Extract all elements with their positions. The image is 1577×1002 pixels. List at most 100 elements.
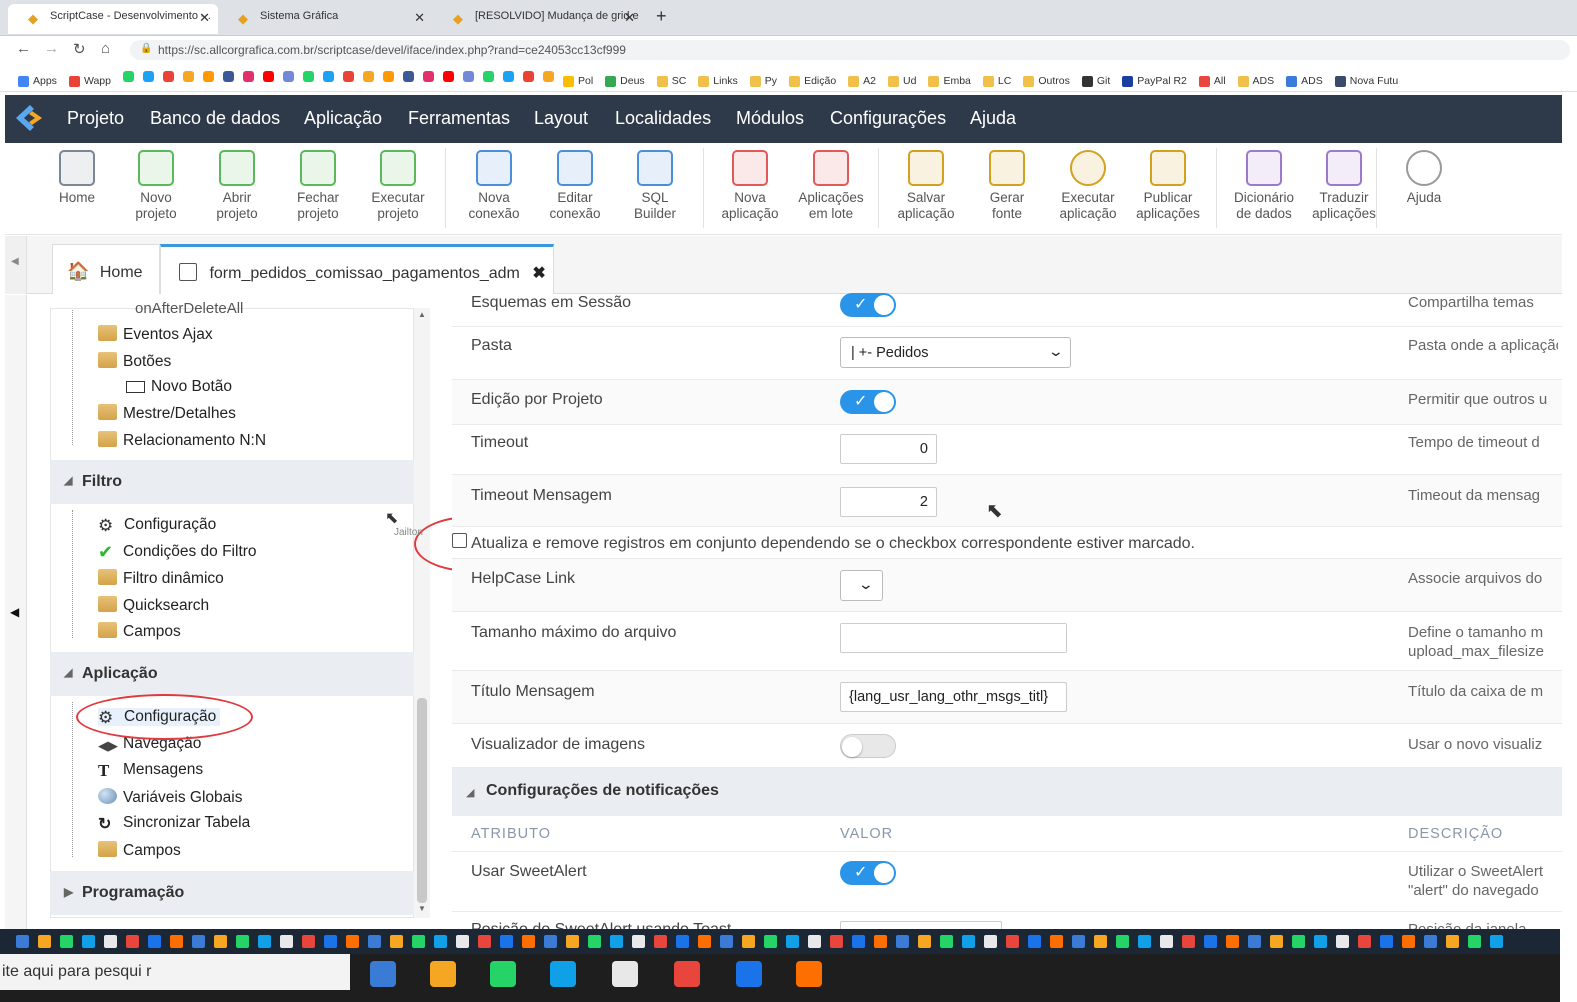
taskbar-tray-icon[interactable] (1446, 935, 1459, 948)
toolbar-publicar-aplicacoes-button[interactable]: Publicar aplicações (1128, 150, 1208, 222)
taskbar-tray-icon[interactable] (412, 935, 425, 948)
taskbar-tray-icon[interactable] (742, 935, 755, 948)
tree-node-variaveis-globais[interactable]: Variáveis Globais (98, 788, 242, 807)
taskbar-tray-icon[interactable] (830, 935, 843, 948)
toolbar-home-button[interactable]: Home (37, 150, 117, 206)
taskbar-tray-icon[interactable] (1314, 935, 1327, 948)
taskbar-app-icon[interactable] (550, 961, 576, 987)
browser-tab-resolvido[interactable]: ◆ [RESOLVIDO] Mudança de grid e ✕ (433, 4, 643, 34)
taskbar-app-icon[interactable] (490, 961, 516, 987)
taskbar-tray-icon[interactable] (148, 935, 161, 948)
taskbar-tray-icon[interactable] (610, 935, 623, 948)
tree-node-aplicacao-campos[interactable]: Campos (98, 841, 181, 860)
taskbar-tray-icon[interactable] (60, 935, 73, 948)
taskbar-tray-icon[interactable] (874, 935, 887, 948)
menu-modulos[interactable]: Módulos (736, 108, 804, 129)
tree-node-botoes[interactable]: Botões (98, 352, 171, 371)
pasta-select[interactable]: | +- Pedidos ⌄ (840, 337, 1071, 368)
taskbar-tray-icon[interactable] (456, 935, 469, 948)
tree-node-quicksearch[interactable]: Quicksearch (98, 596, 209, 615)
close-tab-icon[interactable]: ✕ (199, 10, 210, 26)
tree-node-sincronizar[interactable]: ↻ Sincronizar Tabela (98, 814, 250, 833)
bookmark-icon[interactable] (362, 71, 374, 82)
taskbar-tray-icon[interactable] (324, 935, 337, 948)
taskbar-tray-icon[interactable] (918, 935, 931, 948)
taskbar-tray-icon[interactable] (478, 935, 491, 948)
bookmark-item[interactable]: A2 (848, 71, 876, 91)
tree-node-novo-botao[interactable]: Novo Botão (126, 378, 232, 396)
taskbar-tray-icon[interactable] (1468, 935, 1481, 948)
toolbar-nova-conexao-button[interactable]: Nova conexão (454, 150, 534, 222)
taskbar-tray-icon[interactable] (1072, 935, 1085, 948)
bookmark-icon[interactable] (262, 71, 274, 82)
bookmark-icon[interactable] (462, 71, 474, 82)
taskbar-tray-icon[interactable] (654, 935, 667, 948)
taskbar-tray-icon[interactable] (346, 935, 359, 948)
taskbar-tray-icon[interactable] (852, 935, 865, 948)
taskbar-tray-icon[interactable] (302, 935, 315, 948)
bookmark-item[interactable]: ADS (1286, 71, 1323, 91)
taskbar-tray-icon[interactable] (1402, 935, 1415, 948)
menu-projeto[interactable]: Projeto (67, 108, 124, 129)
new-tab-button[interactable]: + (656, 6, 667, 27)
tamanho-input[interactable] (840, 623, 1067, 653)
menu-aplicacao[interactable]: Aplicação (304, 108, 382, 129)
taskbar-tray-icon[interactable] (1182, 935, 1195, 948)
taskbar-tray-icon[interactable] (390, 935, 403, 948)
taskbar-tray-icon[interactable] (214, 935, 227, 948)
taskbar-tray-icon[interactable] (786, 935, 799, 948)
address-bar[interactable]: 🔒 https://sc.allcorgrafica.com.br/script… (130, 40, 1570, 60)
bookmark-icon[interactable] (242, 71, 254, 82)
bookmark-icon[interactable] (542, 71, 554, 82)
helpcase-select[interactable]: ⌄ (840, 570, 883, 601)
taskbar-tray-icon[interactable] (192, 935, 205, 948)
timeout-input[interactable]: 0 (840, 434, 937, 464)
bulk-update-checkbox[interactable] (452, 533, 467, 548)
taskbar-tray-icon[interactable] (434, 935, 447, 948)
taskbar-search-box[interactable]: ite aqui para pesqui r (0, 954, 350, 990)
toolbar-ajuda-button[interactable]: Ajuda (1384, 150, 1464, 206)
toolbar-nova-aplicacao-button[interactable]: Nova aplicação (710, 150, 790, 222)
bookmark-item[interactable]: Emba (928, 71, 971, 91)
bookmark-item[interactable]: Git (1081, 71, 1110, 91)
menu-layout[interactable]: Layout (534, 108, 588, 129)
menu-ajuda[interactable]: Ajuda (970, 108, 1016, 129)
taskbar-tray-icon[interactable] (588, 935, 601, 948)
taskbar-tray-icon[interactable] (1424, 935, 1437, 948)
scroll-down-icon[interactable]: ▼ (418, 904, 426, 913)
taskbar-tray-icon[interactable] (1116, 935, 1129, 948)
taskbar-tray-icon[interactable] (984, 935, 997, 948)
edicao-toggle[interactable]: ✓ (840, 390, 896, 414)
taskbar-tray-icon[interactable] (632, 935, 645, 948)
tree-node-eventos-ajax[interactable]: Eventos Ajax (98, 325, 213, 344)
taskbar-tray-icon[interactable] (544, 935, 557, 948)
titulo-msg-input[interactable]: {lang_usr_lang_othr_msgs_titl} (840, 682, 1067, 712)
bookmark-item[interactable]: SC (656, 71, 686, 91)
esquemas-toggle[interactable]: ✓ (840, 293, 896, 317)
taskbar-tray-icon[interactable] (1050, 935, 1063, 948)
bookmark-icon[interactable] (302, 71, 314, 82)
scroll-up-icon[interactable]: ▲ (418, 310, 426, 319)
taskbar-tray-icon[interactable] (368, 935, 381, 948)
bookmark-icon[interactable] (322, 71, 334, 82)
bookmark-item[interactable]: All (1198, 71, 1226, 91)
browser-tab-sistema[interactable]: ◆ Sistema Gráfica ✕ (218, 4, 433, 34)
toolbar-editar-conexao-button[interactable]: Editar conexão (535, 150, 615, 222)
menu-localidades[interactable]: Localidades (615, 108, 711, 129)
collapse-handle[interactable]: ◀ (5, 236, 27, 294)
tree-node-relacionamento[interactable]: Relacionamento N:N (98, 431, 266, 450)
tree-node-condicoes[interactable]: ✔ Condições do Filtro (98, 543, 257, 561)
taskbar-app-icon[interactable] (674, 961, 700, 987)
tree-node-partial[interactable]: onAfterDeleteAll (135, 300, 243, 317)
toolbar-executar-aplicacao-button[interactable]: Executar aplicação (1048, 150, 1128, 222)
taskbar-tray-icon[interactable] (1292, 935, 1305, 948)
bookmark-item[interactable]: Deus (605, 71, 645, 91)
bookmark-icon[interactable] (202, 71, 214, 82)
taskbar-tray-icon[interactable] (1248, 935, 1261, 948)
taskbar-tray-icon[interactable] (1336, 935, 1349, 948)
visualizador-toggle[interactable] (840, 734, 896, 758)
taskbar-tray-icon[interactable] (1358, 935, 1371, 948)
bookmark-item[interactable]: LC (982, 71, 1011, 91)
bookmark-item[interactable]: Outros (1023, 71, 1070, 91)
tree-node-filtro-dinamico[interactable]: Filtro dinâmico (98, 569, 224, 588)
